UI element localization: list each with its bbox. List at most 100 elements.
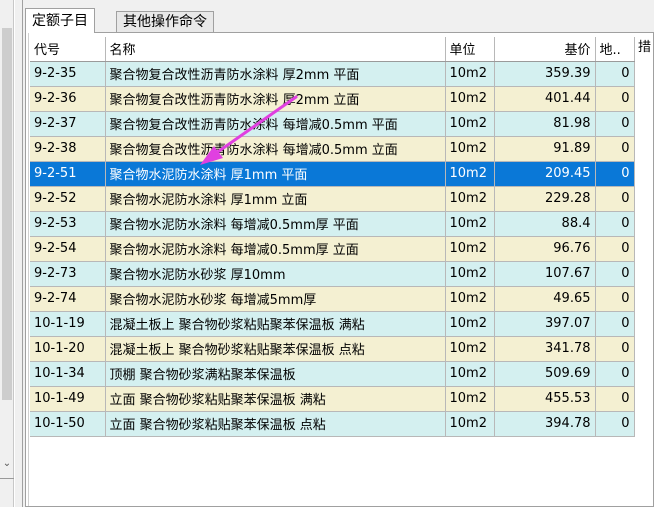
cell-base-price: 359.39 bbox=[494, 61, 596, 87]
cell-name: 聚合物水泥防水涂料 厚1mm 平面 bbox=[105, 161, 446, 187]
cell-code: 9-2-51 bbox=[30, 161, 106, 187]
cell-unit: 10m2 bbox=[445, 61, 495, 87]
cell-code: 10-1-49 bbox=[30, 386, 106, 412]
cell-unit: 10m2 bbox=[445, 111, 495, 137]
cell-base-price: 509.69 bbox=[494, 361, 596, 387]
cell-unit: 10m2 bbox=[445, 411, 495, 437]
column-header-measure[interactable]: 措 bbox=[638, 36, 654, 60]
cell-unit: 10m2 bbox=[445, 211, 495, 237]
cell-name: 聚合物水泥防水涂料 每增减0.5mm厚 立面 bbox=[105, 236, 446, 262]
cell-code: 10-1-34 bbox=[30, 361, 106, 387]
cell-code: 9-2-35 bbox=[30, 61, 106, 87]
cell-unit: 10m2 bbox=[445, 336, 495, 362]
cell-base-price: 394.78 bbox=[494, 411, 596, 437]
scrollbar-thumb[interactable] bbox=[2, 28, 12, 400]
cell-base-price: 49.65 bbox=[494, 286, 596, 312]
table-row[interactable]: 9-2-54 聚合物水泥防水涂料 每增减0.5mm厚 立面 10m2 96.76 0 bbox=[30, 236, 635, 262]
cell-code: 9-2-54 bbox=[30, 236, 106, 262]
cell-base-price: 209.45 bbox=[494, 161, 596, 187]
cell-code: 9-2-37 bbox=[30, 111, 106, 137]
cell-unit: 10m2 bbox=[445, 386, 495, 412]
cell-unit: 10m2 bbox=[445, 161, 495, 187]
cell-unit: 10m2 bbox=[445, 236, 495, 262]
cell-base-price: 81.98 bbox=[494, 111, 596, 137]
table-row[interactable]: 9-2-51 聚合物水泥防水涂料 厚1mm 平面 10m2 209.45 0 bbox=[30, 161, 635, 187]
cell-code: 9-2-38 bbox=[30, 136, 106, 162]
cell-name: 混凝土板上 聚合物砂浆粘贴聚苯保温板 点粘 bbox=[105, 336, 446, 362]
cell-base-price: 91.89 bbox=[494, 136, 596, 162]
table-row[interactable]: 9-2-37 聚合物复合改性沥青防水涂料 每增减0.5mm 平面 10m2 81.98… bbox=[30, 111, 635, 137]
table-row[interactable]: 10-1-19 混凝土板上 聚合物砂浆粘贴聚苯保温板 满粘 10m2 397.07 0 bbox=[30, 311, 635, 337]
cell-unit: 10m2 bbox=[445, 311, 495, 337]
column-header-local[interactable]: 地.. bbox=[595, 37, 635, 62]
cell-name: 立面 聚合物砂浆粘贴聚苯保温板 点粘 bbox=[105, 411, 446, 437]
cell-local: 0 bbox=[595, 86, 635, 112]
tab-other-commands[interactable]: 其他操作命令 bbox=[116, 11, 214, 33]
cell-code: 10-1-50 bbox=[30, 411, 106, 437]
cell-local: 0 bbox=[595, 261, 635, 287]
cell-name: 聚合物复合改性沥青防水涂料 厚2mm 立面 bbox=[105, 86, 446, 112]
cell-base-price: 96.76 bbox=[494, 236, 596, 262]
cell-local: 0 bbox=[595, 311, 635, 337]
tab-quota-items[interactable]: 定额子目 bbox=[25, 8, 95, 33]
divider bbox=[0, 478, 14, 479]
cell-local: 0 bbox=[595, 236, 635, 262]
cell-name: 混凝土板上 聚合物砂浆粘贴聚苯保温板 满粘 bbox=[105, 311, 446, 337]
cell-code: 10-1-19 bbox=[30, 311, 106, 337]
tab-bar: 定额子目 其他操作命令 bbox=[23, 8, 654, 33]
cell-name: 聚合物水泥防水砂浆 每增减5mm厚 bbox=[105, 286, 446, 312]
cell-unit: 10m2 bbox=[445, 86, 495, 112]
panel-splitter[interactable] bbox=[14, 0, 23, 507]
cell-unit: 10m2 bbox=[445, 361, 495, 387]
cell-base-price: 229.28 bbox=[494, 186, 596, 212]
cell-local: 0 bbox=[595, 411, 635, 437]
chevron-down-icon[interactable]: ⌄ bbox=[0, 456, 14, 472]
cell-code: 10-1-20 bbox=[30, 336, 106, 362]
table-row[interactable]: 10-1-34 顶棚 聚合物砂浆满粘聚苯保温板 10m2 509.69 0 bbox=[30, 361, 635, 387]
cell-name: 聚合物复合改性沥青防水涂料 每增减0.5mm 立面 bbox=[105, 136, 446, 162]
cell-code: 9-2-53 bbox=[30, 211, 106, 237]
cell-unit: 10m2 bbox=[445, 261, 495, 287]
cell-code: 9-2-52 bbox=[30, 186, 106, 212]
table-row[interactable]: 10-1-49 立面 聚合物砂浆粘贴聚苯保温板 满粘 10m2 455.53 0 bbox=[30, 386, 635, 412]
table-row[interactable]: 9-2-52 聚合物水泥防水涂料 厚1mm 立面 10m2 229.28 0 bbox=[30, 186, 635, 212]
cell-code: 9-2-73 bbox=[30, 261, 106, 287]
cell-local: 0 bbox=[595, 161, 635, 187]
cell-base-price: 341.78 bbox=[494, 336, 596, 362]
column-header-unit[interactable]: 单位 bbox=[445, 37, 495, 62]
cell-unit: 10m2 bbox=[445, 286, 495, 312]
cell-base-price: 401.44 bbox=[494, 86, 596, 112]
table-row[interactable]: 10-1-20 混凝土板上 聚合物砂浆粘贴聚苯保温板 点粘 10m2 341.78 0 bbox=[30, 336, 635, 362]
cell-name: 聚合物水泥防水涂料 每增减0.5mm厚 平面 bbox=[105, 211, 446, 237]
column-header-code[interactable]: 代号 bbox=[30, 37, 106, 62]
table-row[interactable]: 9-2-53 聚合物水泥防水涂料 每增减0.5mm厚 平面 10m2 88.4 0 bbox=[30, 211, 635, 237]
left-scrollbar[interactable]: ⌄ bbox=[0, 0, 14, 507]
cell-local: 0 bbox=[595, 136, 635, 162]
cell-name: 聚合物水泥防水砂浆 厚10mm bbox=[105, 261, 446, 287]
table-header-row: 代号 名称 单位 基价 地.. bbox=[30, 37, 635, 62]
cell-name: 聚合物复合改性沥青防水涂料 厚2mm 平面 bbox=[105, 61, 446, 87]
cell-base-price: 397.07 bbox=[494, 311, 596, 337]
cell-name: 立面 聚合物砂浆粘贴聚苯保温板 满粘 bbox=[105, 386, 446, 412]
divider bbox=[26, 33, 29, 506]
table-row[interactable]: 10-1-50 立面 聚合物砂浆粘贴聚苯保温板 点粘 10m2 394.78 0 bbox=[30, 411, 635, 437]
column-header-base-price[interactable]: 基价 bbox=[494, 37, 596, 62]
table-row[interactable]: 9-2-74 聚合物水泥防水砂浆 每增减5mm厚 10m2 49.65 0 bbox=[30, 286, 635, 312]
cell-local: 0 bbox=[595, 111, 635, 137]
column-header-name[interactable]: 名称 bbox=[105, 37, 446, 62]
cell-base-price: 88.4 bbox=[494, 211, 596, 237]
cell-local: 0 bbox=[595, 361, 635, 387]
cell-local: 0 bbox=[595, 61, 635, 87]
cell-local: 0 bbox=[595, 286, 635, 312]
table-row[interactable]: 9-2-35 聚合物复合改性沥青防水涂料 厚2mm 平面 10m2 359.39 0 bbox=[30, 61, 635, 87]
table-row[interactable]: 9-2-36 聚合物复合改性沥青防水涂料 厚2mm 立面 10m2 401.44 0 bbox=[30, 86, 635, 112]
table-row[interactable]: 9-2-38 聚合物复合改性沥青防水涂料 每增减0.5mm 立面 10m2 91.89… bbox=[30, 136, 635, 162]
quota-table-panel: 代号 名称 单位 基价 地.. 9-2-35 聚合物复合改性沥青防水涂料 厚2mm… bbox=[25, 32, 654, 507]
cell-base-price: 107.67 bbox=[494, 261, 596, 287]
cell-name: 聚合物复合改性沥青防水涂料 每增减0.5mm 平面 bbox=[105, 111, 446, 137]
cell-name: 顶棚 聚合物砂浆满粘聚苯保温板 bbox=[105, 361, 446, 387]
table-row[interactable]: 9-2-73 聚合物水泥防水砂浆 厚10mm 10m2 107.67 0 bbox=[30, 261, 635, 287]
cell-unit: 10m2 bbox=[445, 136, 495, 162]
cell-local: 0 bbox=[595, 336, 635, 362]
cell-code: 9-2-36 bbox=[30, 86, 106, 112]
